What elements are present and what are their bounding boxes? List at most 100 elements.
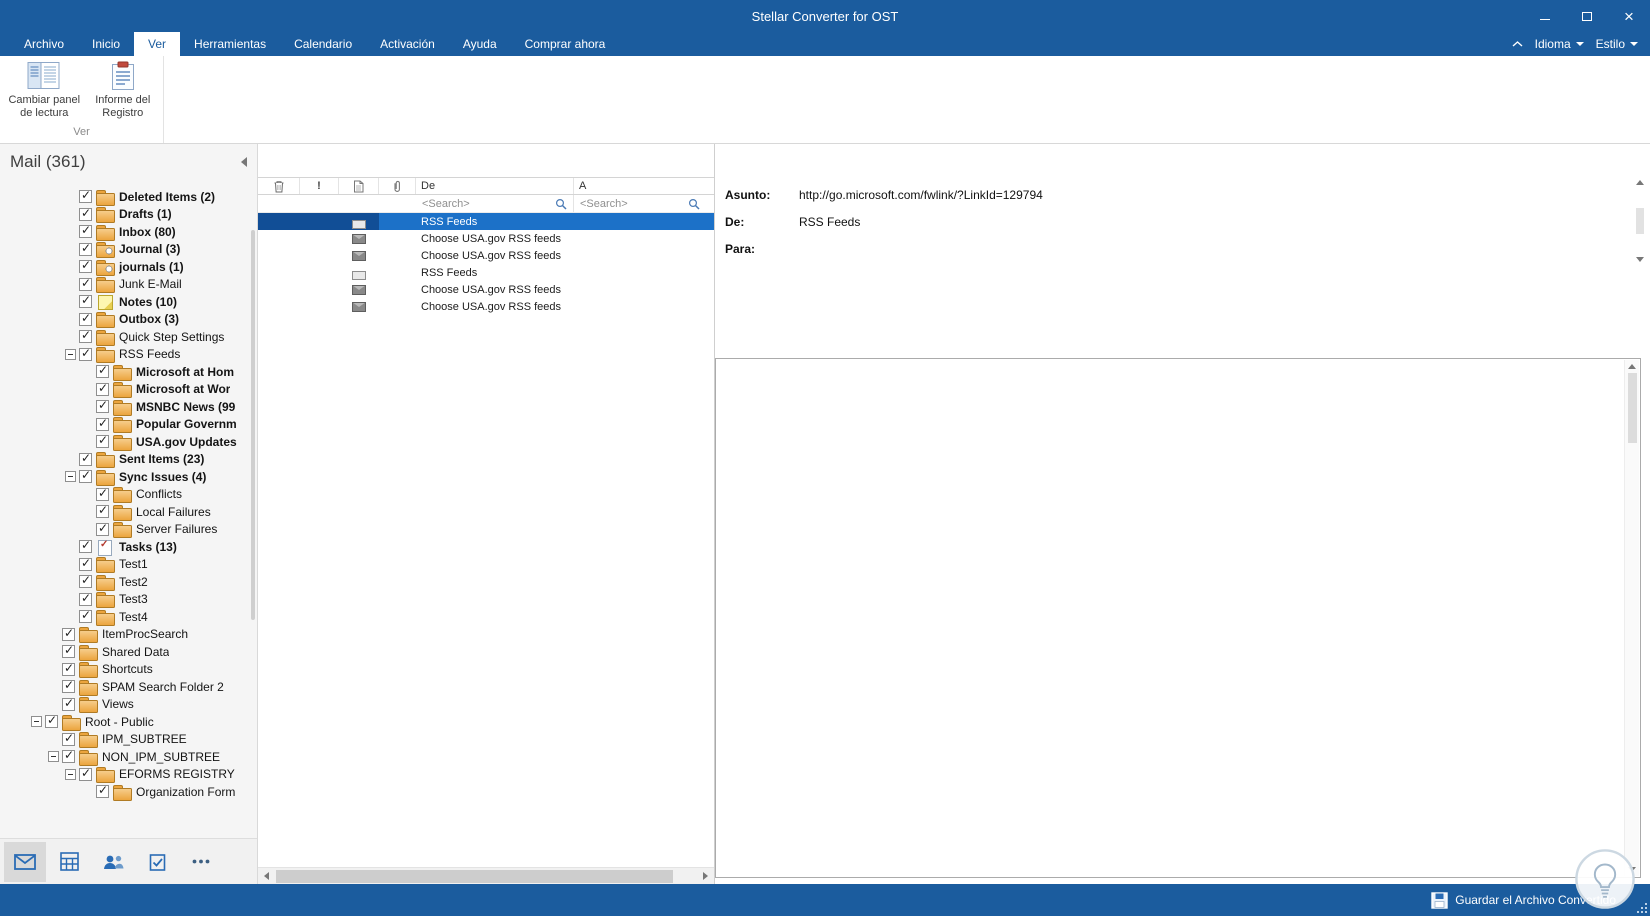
folder-checkbox-checked[interactable] <box>79 276 92 291</box>
column-header-document[interactable] <box>339 178 379 194</box>
tree-item-test3[interactable]: Test3 <box>0 591 257 609</box>
tree-item-quick-step-settings[interactable]: Quick Step Settings <box>0 328 257 346</box>
folder-checkbox-checked[interactable] <box>79 258 92 274</box>
search-de-field[interactable]: <Search> <box>416 195 574 212</box>
message-row[interactable]: RSS Feeds <box>258 213 714 230</box>
tree-item-rss-feeds[interactable]: RSS Feeds <box>0 346 257 364</box>
preview-scrollbar[interactable] <box>1624 360 1639 876</box>
folder-checkbox-checked[interactable] <box>79 608 92 624</box>
expander-minus[interactable] <box>31 716 42 728</box>
folder-checkbox-checked[interactable] <box>79 468 92 484</box>
tree-item-junk-e-mail[interactable]: Junk E-Mail <box>0 276 257 294</box>
folder-checkbox-checked[interactable] <box>62 748 75 764</box>
nav-contacts-button[interactable] <box>92 842 134 882</box>
tree-item-test1[interactable]: Test1 <box>0 556 257 574</box>
tree-item-notes-10[interactable]: Notes (10) <box>0 293 257 311</box>
message-row[interactable]: Choose USA.gov RSS feeds <box>258 247 714 264</box>
tree-item-microsoft-at-hom[interactable]: Microsoft at Hom <box>0 363 257 381</box>
expander-minus[interactable] <box>65 348 76 360</box>
tree-item-popular-governm[interactable]: Popular Governm <box>0 416 257 434</box>
folder-checkbox-checked[interactable] <box>79 346 92 361</box>
folder-checkbox-checked[interactable] <box>96 363 109 379</box>
nav-calendar-button[interactable] <box>48 842 90 882</box>
expander-minus[interactable] <box>65 471 76 483</box>
hint-bulb-icon[interactable] <box>1574 848 1636 910</box>
folder-checkbox-checked[interactable] <box>96 416 109 431</box>
tree-item-eforms-registry[interactable]: EFORMS REGISTRY <box>0 766 257 784</box>
column-header-de[interactable]: De <box>416 178 574 194</box>
scroll-left-button[interactable] <box>258 868 275 885</box>
folder-checkbox-checked[interactable] <box>62 696 75 711</box>
fields-scrollbar-thumb[interactable] <box>1636 208 1644 234</box>
message-row[interactable]: Choose USA.gov RSS feeds <box>258 281 714 298</box>
fields-scrollbar[interactable] <box>1634 178 1646 264</box>
folder-checkbox-checked[interactable] <box>79 451 92 466</box>
column-header-attachment[interactable] <box>379 178 416 194</box>
idioma-dropdown[interactable]: Idioma <box>1535 37 1584 51</box>
tree-scrollbar[interactable] <box>251 230 255 620</box>
folder-checkbox-checked[interactable] <box>62 678 75 694</box>
message-row[interactable]: Choose USA.gov RSS feeds <box>258 298 714 315</box>
tree-item-sync-issues-4[interactable]: Sync Issues (4) <box>0 468 257 486</box>
tree-item-test4[interactable]: Test4 <box>0 608 257 626</box>
tree-item-spam-search-folder-2[interactable]: SPAM Search Folder 2 <box>0 678 257 696</box>
tree-item-root-public[interactable]: Root - Public <box>0 713 257 731</box>
estilo-dropdown[interactable]: Estilo <box>1596 37 1638 51</box>
resize-grip[interactable] <box>1635 901 1647 913</box>
folder-checkbox-checked[interactable] <box>96 486 109 501</box>
tree-item-journals-1[interactable]: journals (1) <box>0 258 257 276</box>
hscrollbar-thumb[interactable] <box>276 869 673 883</box>
preview-scrollbar-thumb[interactable] <box>1627 373 1637 443</box>
column-header-a[interactable]: A <box>574 178 714 194</box>
tree-item-test2[interactable]: Test2 <box>0 573 257 591</box>
tab-herramientas[interactable]: Herramientas <box>180 32 280 56</box>
folder-checkbox-checked[interactable] <box>79 293 92 309</box>
minimize-button[interactable] <box>1524 0 1566 32</box>
collapse-sidebar-arrow[interactable] <box>241 157 247 167</box>
folder-checkbox-checked[interactable] <box>79 188 92 204</box>
column-header-trash[interactable] <box>258 178 300 194</box>
folder-checkbox-checked[interactable] <box>96 398 109 414</box>
tree-item-shortcuts[interactable]: Shortcuts <box>0 661 257 679</box>
nav-tasks-button[interactable] <box>136 842 178 882</box>
tree-item-conflicts[interactable]: Conflicts <box>0 486 257 504</box>
tree-item-organization-form[interactable]: Organization Form <box>0 783 257 801</box>
informe-del-registro-button[interactable]: Informe del Registro <box>85 61 162 126</box>
scroll-up-icon[interactable] <box>1628 364 1636 369</box>
folder-checkbox-checked[interactable] <box>79 591 92 606</box>
folder-checkbox-checked[interactable] <box>62 731 75 746</box>
tree-item-ipm-subtree[interactable]: IPM_SUBTREE <box>0 731 257 749</box>
column-header-importance[interactable]: ! <box>300 178 339 194</box>
folder-checkbox-checked[interactable] <box>79 556 92 571</box>
collapse-ribbon-icon[interactable] <box>1512 41 1523 47</box>
tab-activaci-n[interactable]: Activación <box>366 32 449 56</box>
tree-item-itemprocsearch[interactable]: ItemProcSearch <box>0 626 257 644</box>
message-row[interactable]: Choose USA.gov RSS feeds <box>258 230 714 247</box>
tree-item-msnbc-news-99[interactable]: MSNBC News (99 <box>0 398 257 416</box>
tree-item-shared-data[interactable]: Shared Data <box>0 643 257 661</box>
folder-checkbox-checked[interactable] <box>96 783 109 799</box>
tree-item-inbox-80[interactable]: Inbox (80) <box>0 223 257 241</box>
scroll-right-button[interactable] <box>697 868 714 885</box>
scroll-up-icon[interactable] <box>1636 180 1644 185</box>
tree-item-server-failures[interactable]: Server Failures <box>0 521 257 539</box>
folder-checkbox-checked[interactable] <box>45 713 58 729</box>
tree-item-journal-3[interactable]: Journal (3) <box>0 241 257 259</box>
tree-item-microsoft-at-wor[interactable]: Microsoft at Wor <box>0 381 257 399</box>
folder-checkbox-checked[interactable] <box>62 661 75 676</box>
folder-checkbox-checked[interactable] <box>96 433 109 449</box>
cambiar-panel-de-lectura-button[interactable]: Cambiar panel de lectura <box>6 61 83 126</box>
tab-calendario[interactable]: Calendario <box>280 32 366 56</box>
nav-more-button[interactable] <box>180 842 222 882</box>
search-a-field[interactable]: <Search> <box>574 195 714 212</box>
horizontal-scrollbar[interactable] <box>258 867 714 884</box>
tab-ver[interactable]: Ver <box>134 32 181 56</box>
expander-minus[interactable] <box>65 768 76 780</box>
tree-item-tasks-13[interactable]: Tasks (13) <box>0 538 257 556</box>
folder-checkbox-checked[interactable] <box>79 766 92 781</box>
tree-item-views[interactable]: Views <box>0 696 257 714</box>
tab-comprar-ahora[interactable]: Comprar ahora <box>511 32 620 56</box>
search-icon[interactable] <box>688 198 700 210</box>
folder-checkbox-checked[interactable] <box>79 311 92 326</box>
tree-item-usa-gov-updates[interactable]: USA.gov Updates <box>0 433 257 451</box>
